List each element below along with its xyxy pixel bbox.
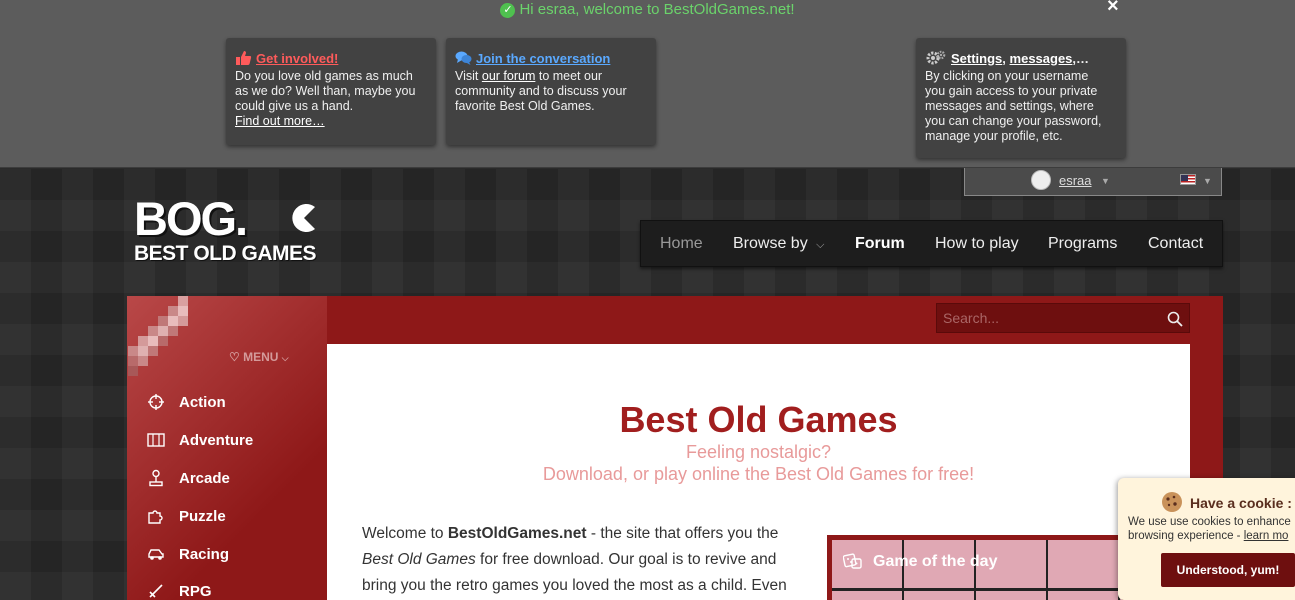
conversation-line-1: Visit our forum to meet our (455, 69, 647, 84)
thumbs-up-icon (236, 51, 252, 65)
nav-how-to-play[interactable]: How to play (935, 235, 1019, 253)
map-icon (147, 433, 165, 447)
main-nav: Home Browse by ⌵ Forum How to play Progr… (640, 220, 1223, 267)
conversation-pre: Visit (455, 69, 482, 83)
cookie-icon (1162, 492, 1182, 512)
intro-emphasis: Best Old Games (362, 551, 476, 568)
sidebar-item-arcade[interactable]: Arcade (147, 469, 230, 487)
join-conversation-card: Join the conversation Visit our forum to… (446, 38, 656, 145)
cookie-accept-button[interactable]: Understood, yum! (1161, 553, 1295, 587)
nav-forum[interactable]: Forum (855, 235, 905, 253)
cookie-title: Have a cookie : (1190, 495, 1292, 511)
page-subtitle-1: Feeling nostalgic? (685, 442, 832, 462)
intro-text-4: bring you the retro games you loved the … (362, 577, 787, 594)
cookie-line-2: browsing experience - learn mo (1128, 529, 1295, 543)
info-drawer: ✓ Hi esraa, welcome to BestOldGames.net! … (0, 0, 1295, 168)
crosshair-icon (148, 394, 164, 410)
gears-icon (926, 50, 946, 65)
username-link[interactable]: esraa (1059, 173, 1092, 188)
chevron-down-icon[interactable]: ▼ (1101, 176, 1110, 186)
learn-more-link[interactable]: learn mo (1244, 530, 1289, 542)
menu-chevron-down-icon: ⌵ (281, 353, 289, 363)
get-involved-card: Get involved! Do you love old games as m… (226, 38, 436, 145)
settings-line-5: manage your profile, etc. (925, 129, 1063, 143)
involved-line-2: as we do? Well than, maybe you (235, 84, 416, 98)
settings-line-3: messages and settings, where (925, 99, 1094, 113)
sidebar-item-label: Adventure (179, 431, 254, 449)
sidebar-item-label: Arcade (179, 469, 230, 487)
conversation-line-2: community and to discuss your (455, 84, 627, 98)
cookie-banner: Have a cookie : We use use cookies to en… (1118, 478, 1295, 600)
menu-label: MENU (243, 350, 279, 364)
page-title: Best Old Games (619, 399, 898, 440)
logo-subtitle: BEST OLD GAMES (134, 242, 317, 265)
search-input[interactable] (937, 304, 1152, 332)
involved-line-1: Do you love old games as much (235, 69, 413, 83)
nav-home[interactable]: Home (660, 235, 703, 253)
settings-line-1: By clicking on your username (925, 69, 1089, 83)
messages-link[interactable]: messages (1010, 51, 1073, 66)
sidebar-item-action[interactable]: Action (147, 393, 226, 411)
settings-card: Settings, messages,… By clicking on your… (916, 38, 1126, 158)
nav-browse-label: Browse by (733, 235, 808, 252)
sidebar-item-label: Racing (179, 545, 230, 563)
user-avatar[interactable] (1031, 170, 1051, 190)
language-chevron-down-icon[interactable]: ▼ (1203, 176, 1212, 186)
puzzle-piece-icon (148, 510, 163, 524)
joystick-icon (149, 469, 163, 487)
nav-programs[interactable]: Programs (1048, 235, 1117, 253)
search-box (936, 303, 1190, 333)
nav-contact[interactable]: Contact (1148, 235, 1203, 253)
intro-text-2: - the site that offers you the (586, 525, 779, 542)
sidebar-item-racing[interactable]: Racing (147, 545, 229, 563)
cookie-line-1: We use use cookies to enhance (1128, 516, 1291, 528)
cookie-text: We use use cookies to enhance browsing e… (1128, 515, 1295, 543)
close-drawer-button[interactable]: × (1107, 0, 1119, 18)
welcome-text: Hi esraa, welcome to BestOldGames.net! (519, 1, 795, 18)
site-logo[interactable]: BOG. BEST OLD GAMES (134, 195, 317, 265)
settings-title-end: ,… (1072, 50, 1090, 66)
sidebar-menu-toggle[interactable]: ♡ MENU ⌵ (229, 350, 289, 364)
conversation-post: to meet our (535, 69, 603, 83)
get-involved-link[interactable]: Get involved! (256, 51, 338, 66)
user-bar: esraa ▼ ▼ (964, 168, 1222, 196)
chat-bubbles-icon (455, 51, 472, 65)
browse-chevron-down-icon: ⌵ (816, 239, 825, 251)
settings-link[interactable]: Settings (951, 51, 1002, 66)
sword-icon (149, 584, 163, 598)
pacman-icon (292, 204, 315, 232)
heart-icon: ♡ (229, 350, 240, 364)
settings-line-2: you gain access to your private (925, 84, 1098, 98)
intro-site-name: BestOldGames.net (447, 525, 587, 542)
sidebar-item-label: Puzzle (179, 507, 226, 525)
sidebar-item-label: Action (179, 393, 226, 411)
page-subtitle-2: Download, or play online the Best Old Ga… (542, 464, 975, 484)
search-icon[interactable] (1167, 311, 1183, 327)
game-of-the-day-title: Game of the day (873, 553, 998, 570)
car-icon (148, 549, 164, 560)
our-forum-link[interactable]: our forum (482, 69, 536, 83)
sidebar-item-rpg[interactable]: RPG (147, 582, 212, 600)
settings-line-4: you can change your password, (925, 114, 1102, 128)
dice-icon (843, 553, 862, 569)
find-out-more-link[interactable]: Find out more… (235, 114, 325, 128)
settings-title-sep: , (1002, 50, 1010, 66)
sidebar-item-label: RPG (179, 582, 212, 600)
sidebar-item-adventure[interactable]: Adventure (147, 431, 253, 449)
welcome-message: ✓ Hi esraa, welcome to BestOldGames.net! (0, 1, 1295, 18)
intro-paragraph: Welcome to BestOldGames.net - the site t… (362, 521, 807, 599)
us-flag-icon[interactable] (1180, 174, 1196, 185)
sidebar-item-puzzle[interactable]: Puzzle (147, 507, 226, 525)
join-conversation-link[interactable]: Join the conversation (476, 51, 610, 66)
cookie-line-2-text: browsing experience - (1128, 530, 1244, 542)
game-of-the-day-box[interactable]: Game of the day (827, 535, 1127, 600)
involved-line-3: could give us a hand. (235, 99, 354, 113)
nav-browse-by[interactable]: Browse by ⌵ (733, 235, 825, 253)
conversation-line-3: favorite Best Old Games. (455, 99, 595, 113)
intro-text-3: for free download. Our goal is to revive… (475, 551, 777, 568)
intro-text-1: Welcome to (362, 525, 448, 542)
check-icon: ✓ (500, 3, 516, 18)
